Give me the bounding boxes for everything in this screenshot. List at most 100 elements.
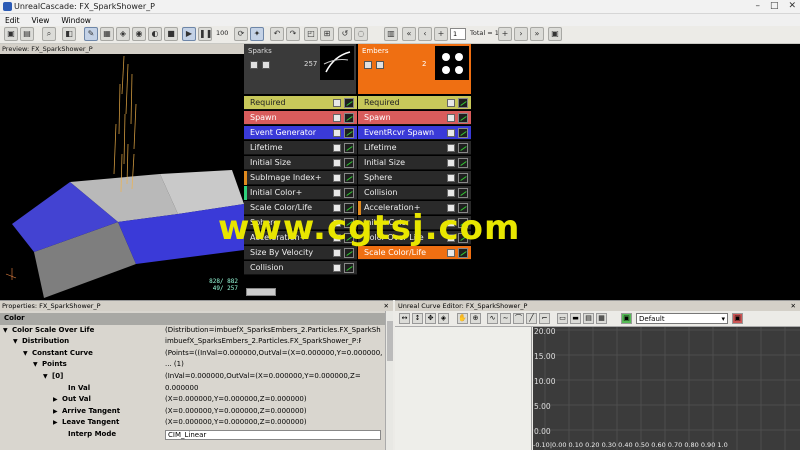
module-event-generator[interactable]: Event Generator	[244, 126, 357, 140]
emitter-solo-checkbox[interactable]	[262, 61, 270, 69]
module-enable-checkbox[interactable]	[447, 189, 455, 197]
module-enable-checkbox[interactable]	[447, 159, 455, 167]
module-lifetime[interactable]: Lifetime	[358, 141, 471, 155]
cube-icon[interactable]: ◧	[62, 27, 76, 41]
curve-graph-icon[interactable]	[458, 98, 468, 108]
property-value[interactable]: 0.000000	[165, 383, 385, 394]
loop-icon[interactable]: ⟳	[234, 27, 248, 41]
property-row[interactable]: ▶ Arrive Tangent (X=0.000000,Y=0.000000,Z=…	[0, 406, 385, 418]
expand-right-icon[interactable]: ▶	[53, 406, 58, 417]
pause-icon[interactable]: ❚❚	[198, 27, 212, 41]
curve-graph-icon[interactable]	[458, 248, 468, 258]
lod-prev-icon[interactable]: ‹	[418, 27, 432, 41]
module-enable-checkbox[interactable]	[333, 114, 341, 122]
property-row[interactable]: ▼ Distribution imbuefX_SparksEmbers_2.Part…	[0, 336, 385, 348]
module-scale-color-life[interactable]: Scale Color/Life	[358, 246, 471, 260]
save-icon[interactable]: ▣	[4, 27, 18, 41]
module-enable-checkbox[interactable]	[333, 129, 341, 137]
undo-icon[interactable]: ↶	[270, 27, 284, 41]
module-initial-color[interactable]: Initial Color+	[244, 186, 357, 200]
user-tangent-icon[interactable]: ∼	[500, 313, 511, 324]
menu-edit[interactable]: Edit	[5, 16, 20, 25]
curve-graph-icon[interactable]	[458, 128, 468, 138]
property-value[interactable]: ... (1)	[165, 359, 361, 370]
module-eventrcvr-spawn[interactable]: EventRcvr Spawn	[358, 126, 471, 140]
expand-down-icon[interactable]: ▼	[43, 371, 48, 382]
property-value[interactable]: CIM_Linear	[165, 430, 381, 440]
module-size-by-velocity[interactable]: Size By Velocity	[244, 246, 357, 260]
property-value[interactable]: imbuefX_SparksEmbers_2.Particles.FX_Spar…	[165, 336, 361, 347]
emitter-scrollbar[interactable]	[246, 288, 276, 296]
property-row[interactable]: ▼ Color Scale Over Life (Distribution=imbu…	[0, 325, 385, 337]
wire-icon[interactable]: ◈	[116, 27, 130, 41]
expand-down-icon[interactable]: ▼	[23, 348, 28, 359]
module-sphere[interactable]: Sphere	[358, 171, 471, 185]
lod-add-icon[interactable]: +	[434, 27, 448, 41]
property-row[interactable]: ▼Color	[0, 313, 385, 325]
emitter-enable-checkbox[interactable]	[364, 61, 372, 69]
menu-window[interactable]: Window	[61, 16, 91, 25]
curve-graph-icon[interactable]	[344, 248, 354, 258]
curve-tab-select[interactable]: Default ▾	[636, 313, 728, 324]
maximize-button[interactable]: □	[770, 1, 779, 11]
property-row[interactable]: In Val 0.000000	[0, 383, 385, 395]
property-row[interactable]: ▶ Leave Tangent (X=0.000000,Y=0.000000,Z=0…	[0, 417, 385, 429]
property-row[interactable]: ▼ Constant Curve (Points=((InVal=0.000000,…	[0, 348, 385, 360]
curve-graph[interactable]: 20.00 15.00 10.00 5.00 0.00 -0.10|0.00 0…	[533, 327, 800, 450]
find-icon[interactable]: ⌕	[42, 27, 56, 41]
curve-graph-icon[interactable]	[344, 263, 354, 273]
curve-graph-icon[interactable]	[344, 188, 354, 198]
zoom-icon[interactable]: ⊕	[470, 313, 481, 324]
property-value[interactable]: (X=0.000000,Y=0.000000,Z=0.000000)	[165, 394, 385, 405]
lod-last-icon[interactable]: »	[530, 27, 544, 41]
delete-tab-icon[interactable]: ▣	[732, 313, 743, 324]
module-subimage-index[interactable]: SubImage Index+	[244, 171, 357, 185]
emitter-enable-checkbox[interactable]	[250, 61, 258, 69]
expand-right-icon[interactable]: ▶	[53, 394, 58, 405]
expand-down-icon[interactable]: ▼	[3, 325, 8, 336]
module-enable-checkbox[interactable]	[333, 249, 341, 257]
grid-icon[interactable]: ▦	[100, 27, 114, 41]
minimize-button[interactable]: –	[755, 1, 760, 11]
module-enable-checkbox[interactable]	[447, 129, 455, 137]
curve-graph-icon[interactable]	[344, 143, 354, 153]
curve-graph-icon[interactable]	[458, 158, 468, 168]
property-row[interactable]: ▶ Out Val (X=0.000000,Y=0.000000,Z=0.00000…	[0, 394, 385, 406]
module-enable-checkbox[interactable]	[333, 99, 341, 107]
fit-horizontal-icon[interactable]: ↔	[399, 313, 410, 324]
property-value[interactable]: (InVal=0.000000,OutVal=(X=0.000000,Y=0.0…	[165, 371, 361, 382]
expand-down-icon[interactable]: ▼	[13, 336, 18, 347]
properties-scrollbar[interactable]	[385, 311, 393, 450]
preview-viewport[interactable]: 828/ 882 49/ 257	[0, 54, 244, 300]
property-value[interactable]: (X=0.000000,Y=0.000000,Z=0.000000)	[165, 406, 385, 417]
property-row[interactable]: ▼ [0] (InVal=0.000000,OutVal=(X=0.000000,Y…	[0, 371, 385, 383]
lod-add-after-icon[interactable]: +	[498, 27, 512, 41]
new-preset-icon[interactable]: ▣	[621, 313, 632, 324]
emitter-embers[interactable]: Embers 2	[358, 44, 471, 94]
straighten-icon[interactable]: ▬	[570, 313, 581, 324]
folder-icon[interactable]: ▤	[20, 27, 34, 41]
orbit-icon[interactable]: ✎	[84, 27, 98, 41]
module-enable-checkbox[interactable]	[333, 189, 341, 197]
lod-icon[interactable]: ▥	[384, 27, 398, 41]
constant-icon[interactable]: ⌐	[539, 313, 550, 324]
play-icon[interactable]: ▶	[182, 27, 196, 41]
show-all-icon[interactable]: ▤	[583, 313, 594, 324]
fit-all-icon[interactable]: ◈	[438, 313, 449, 324]
redo-icon[interactable]: ↷	[286, 27, 300, 41]
linear-icon[interactable]: ╱	[526, 313, 537, 324]
expand-right-icon[interactable]: ▶	[53, 417, 58, 428]
curve-list[interactable]	[395, 327, 532, 450]
property-value[interactable]: (Distribution=imbuefX_SparksEmbers_2.Par…	[165, 325, 385, 336]
module-lifetime[interactable]: Lifetime	[244, 141, 357, 155]
create-tab-icon[interactable]: ▦	[596, 313, 607, 324]
property-row[interactable]: Interp Mode CIM_Linear	[0, 429, 385, 441]
module-collision[interactable]: Collision	[244, 261, 357, 275]
menu-view[interactable]: View	[32, 16, 50, 25]
break-tangent-icon[interactable]: ⌒	[513, 313, 524, 324]
expand-down-icon[interactable]: ▼	[33, 359, 38, 370]
emitter-solo-checkbox[interactable]	[376, 61, 384, 69]
module-spawn[interactable]: Spawn	[244, 111, 357, 125]
module-enable-checkbox[interactable]	[333, 174, 341, 182]
curve-graph-icon[interactable]	[344, 98, 354, 108]
